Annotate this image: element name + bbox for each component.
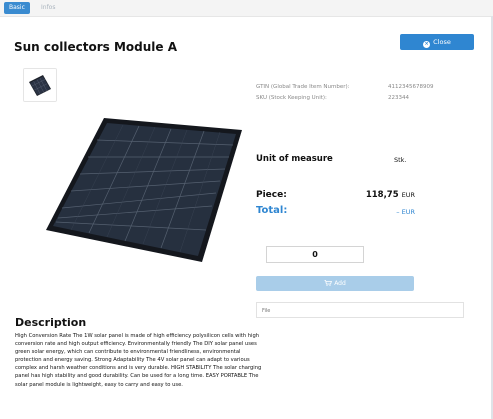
close-button[interactable]: × Close [400, 34, 474, 50]
total-label: Total: [256, 205, 288, 216]
product-title: Sun collectors Module A [14, 40, 177, 54]
add-to-cart-button[interactable]: Add [256, 276, 414, 291]
piece-price-label: Piece: [256, 190, 287, 200]
piece-price-value: 118,75 [365, 190, 399, 200]
sku-label: SKU (Stock Keeping Unit): [256, 95, 327, 101]
tab-bar: Basic Infos [0, 0, 493, 17]
description-text: High Conversion Rate The 1W solar panel … [15, 333, 262, 388]
piece-price-currency: EUR [401, 191, 415, 199]
product-thumbnail[interactable] [23, 68, 57, 102]
sku-value: 223344 [388, 95, 409, 101]
piece-price: 118,75 EUR [366, 190, 415, 200]
solar-panel-thumbnail-image [24, 69, 56, 101]
quantity-input[interactable]: 0 [266, 246, 364, 263]
add-button-label: Add [334, 280, 346, 287]
description-title: Description [15, 316, 87, 329]
gtin-value: 4112345678909 [388, 84, 434, 90]
solar-panel-image [46, 118, 242, 262]
product-main-image [46, 100, 246, 265]
unit-of-measure-value: Stk. [394, 156, 407, 164]
total-value: – EUR [396, 208, 415, 216]
x-circle-icon: × [423, 41, 431, 48]
tab-basic[interactable]: Basic [4, 2, 30, 14]
unit-of-measure-label: Unit of measure [256, 154, 333, 164]
gtin-label: GTIN (Global Trade Item Number): [256, 84, 350, 90]
file-upload-field[interactable]: File [256, 302, 464, 318]
cart-icon [324, 280, 333, 286]
close-button-label: Close [433, 38, 451, 46]
tab-infos[interactable]: Infos [36, 2, 60, 14]
